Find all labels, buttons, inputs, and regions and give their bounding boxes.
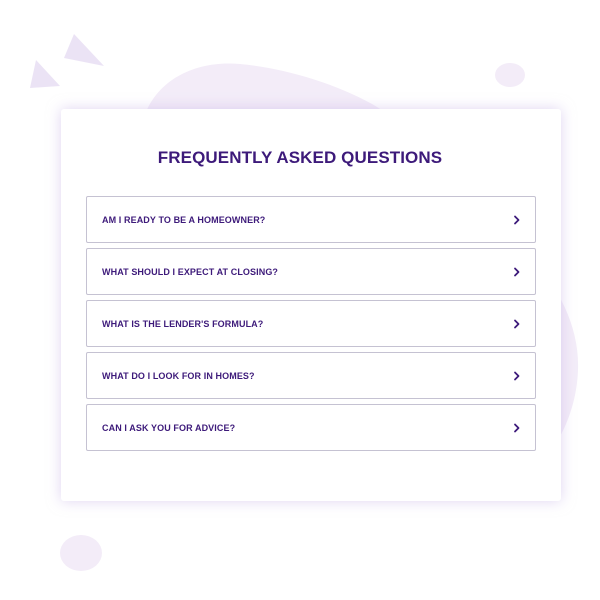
decorative-triangle-small bbox=[30, 60, 60, 88]
decorative-triangle-large bbox=[64, 34, 104, 66]
faq-question: AM I READY TO BE A HOMEOWNER? bbox=[102, 214, 266, 225]
chevron-right-icon bbox=[514, 215, 520, 224]
faq-item-look-for-in-homes[interactable]: WHAT DO I LOOK FOR IN HOMES? bbox=[86, 352, 536, 399]
chevron-right-icon bbox=[514, 267, 520, 276]
faq-question: WHAT DO I LOOK FOR IN HOMES? bbox=[102, 370, 255, 381]
chevron-right-icon bbox=[514, 319, 520, 328]
chevron-right-icon bbox=[514, 371, 520, 380]
faq-question: CAN I ASK YOU FOR ADVICE? bbox=[102, 422, 236, 433]
faq-page: FREQUENTLY ASKED QUESTIONS AM I READY TO… bbox=[0, 0, 600, 600]
decorative-circle-bottom-left bbox=[60, 535, 102, 571]
faq-list: AM I READY TO BE A HOMEOWNER? WHAT SHOUL… bbox=[86, 196, 536, 456]
faq-question: WHAT SHOULD I EXPECT AT CLOSING? bbox=[102, 266, 279, 277]
faq-question: WHAT IS THE LENDER'S FORMULA? bbox=[102, 318, 264, 329]
faq-item-ask-for-advice[interactable]: CAN I ASK YOU FOR ADVICE? bbox=[86, 404, 536, 451]
faq-item-homeowner-ready[interactable]: AM I READY TO BE A HOMEOWNER? bbox=[86, 196, 536, 243]
faq-title: FREQUENTLY ASKED QUESTIONS bbox=[157, 148, 443, 167]
faq-item-expect-at-closing[interactable]: WHAT SHOULD I EXPECT AT CLOSING? bbox=[86, 248, 536, 295]
decorative-circle-top-right bbox=[495, 63, 525, 87]
faq-item-lender-formula[interactable]: WHAT IS THE LENDER'S FORMULA? bbox=[86, 300, 536, 347]
chevron-right-icon bbox=[514, 423, 520, 432]
